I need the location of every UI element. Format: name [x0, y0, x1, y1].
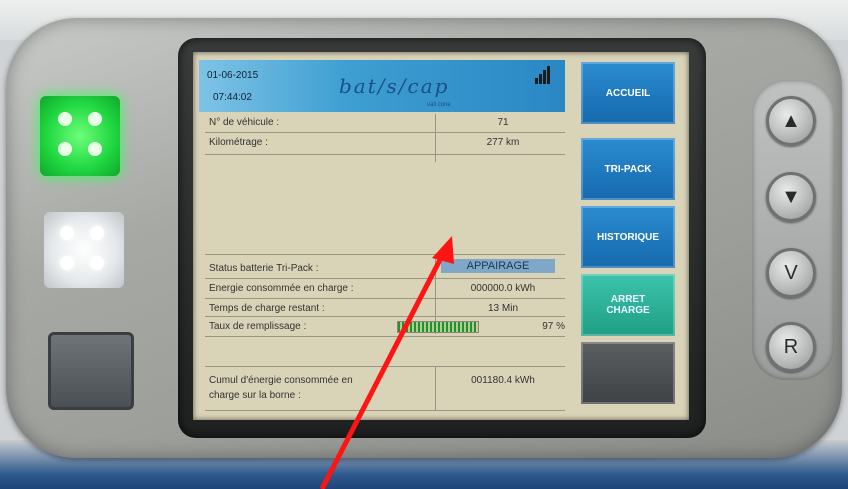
- red-arrow-annotation: [319, 236, 454, 489]
